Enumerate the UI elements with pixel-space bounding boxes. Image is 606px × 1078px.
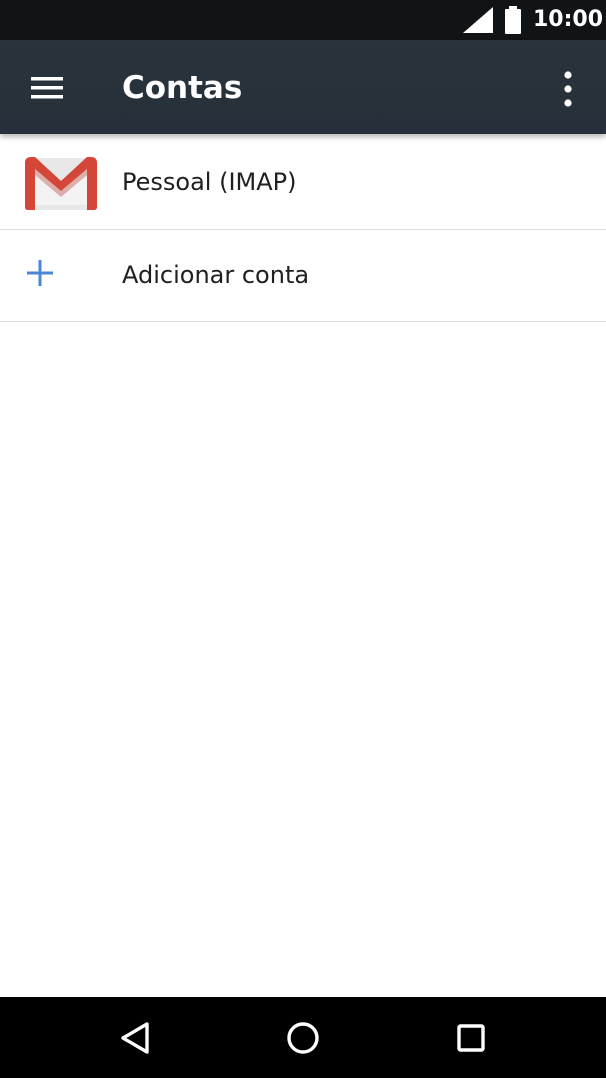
recents-square-icon xyxy=(457,1024,485,1052)
overflow-menu-button[interactable] xyxy=(546,62,592,116)
more-vert-icon xyxy=(564,71,572,107)
account-label: Pessoal (IMAP) xyxy=(122,168,297,196)
back-triangle-icon xyxy=(121,1022,149,1054)
account-list: Pessoal (IMAP) Adicionar conta xyxy=(0,134,606,322)
account-item-pessoal[interactable]: Pessoal (IMAP) xyxy=(0,134,606,230)
app-toolbar: Contas xyxy=(0,40,606,134)
hamburger-menu-icon xyxy=(31,77,63,99)
plus-icon xyxy=(27,260,53,286)
status-bar: 10:00 xyxy=(0,0,606,40)
accounts-screen: 10:00 Contas Pessoal (IMAP) Adicionar co… xyxy=(0,0,606,1078)
add-account-label: Adicionar conta xyxy=(122,261,310,289)
navigation-drawer-button[interactable] xyxy=(20,62,74,116)
home-circle-icon xyxy=(287,1022,319,1054)
page-title: Contas xyxy=(122,70,243,106)
recents-button[interactable] xyxy=(447,1014,495,1062)
gmail-icon xyxy=(23,155,99,211)
add-account-button[interactable]: Adicionar conta xyxy=(0,230,606,322)
status-clock: 10:00 xyxy=(533,7,604,32)
back-button[interactable] xyxy=(111,1014,159,1062)
home-button[interactable] xyxy=(279,1014,327,1062)
battery-full-icon xyxy=(503,6,523,34)
system-navigation-bar xyxy=(0,997,606,1078)
cellular-signal-icon xyxy=(463,7,493,33)
